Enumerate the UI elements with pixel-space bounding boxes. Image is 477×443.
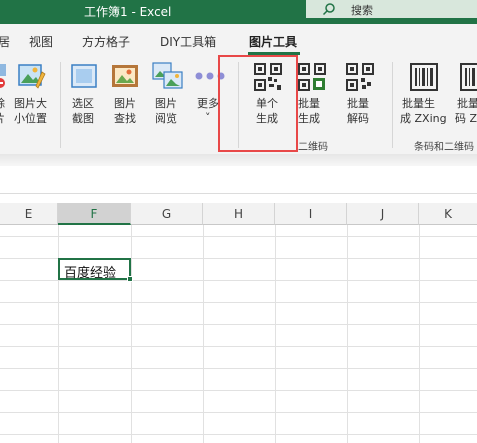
tab-fangfang[interactable]: 方方格子 — [82, 33, 130, 50]
tab-diy-toolbox[interactable]: DIY工具箱 — [160, 33, 216, 50]
grid-line — [0, 302, 477, 303]
screenshot-label-2[interactable]: 截图 — [72, 111, 94, 126]
column-header-active[interactable]: F — [58, 203, 131, 225]
column-header[interactable]: I — [275, 203, 347, 225]
zxing-barcode-icon-partial[interactable] — [460, 63, 477, 91]
ribbon-separator — [392, 62, 393, 148]
ribbon-partial-top[interactable]: 除 — [0, 96, 5, 111]
zxing-batch-label-2[interactable]: 成 ZXing — [400, 111, 447, 126]
tab-partial[interactable]: 居 — [0, 33, 10, 50]
image-viewer-label-1[interactable]: 图片 — [155, 96, 177, 111]
zxing-partial-label-1[interactable]: 批量 — [457, 96, 477, 111]
column-header[interactable]: K — [419, 203, 477, 225]
qr-decode-icon[interactable] — [346, 63, 374, 91]
image-search-label-1[interactable]: 图片 — [114, 96, 136, 111]
image-viewer-label-2[interactable]: 阅览 — [155, 111, 177, 126]
search-icon[interactable] — [322, 2, 336, 16]
active-cell[interactable]: 百度经验 — [58, 258, 131, 281]
ribbon-shadow — [0, 154, 477, 166]
image-resize-label-1[interactable]: 图片大 — [14, 96, 47, 111]
qr-batch-label-2[interactable]: 生成 — [298, 111, 320, 126]
grid-line — [0, 368, 477, 369]
zxing-barcode-icon[interactable] — [410, 63, 438, 91]
zxing-partial-label-2[interactable]: 码 ZX — [455, 111, 477, 126]
screenshot-icon[interactable] — [70, 62, 98, 90]
ribbon-separator — [60, 62, 61, 148]
cell-value: 百度经验 — [64, 266, 117, 281]
window-title: 工作簿1 - Excel — [84, 5, 172, 19]
grid-line — [0, 412, 477, 413]
highlight-box — [218, 55, 298, 152]
zxing-batch-label-1[interactable]: 批量生 — [402, 96, 435, 111]
grid-line — [0, 236, 477, 237]
search-label[interactable]: 搜索 — [351, 2, 373, 18]
more-label[interactable]: 更多 — [197, 96, 219, 111]
grid-line — [0, 390, 477, 391]
more-chevron-down-icon[interactable]: ˅ — [205, 110, 211, 125]
image-resize-label-2[interactable]: 小位置 — [14, 111, 47, 126]
column-header[interactable]: H — [203, 203, 275, 225]
image-viewer-icon[interactable] — [152, 62, 184, 90]
group-label-barcode: 条码和二维码 — [414, 142, 474, 153]
grid-line — [0, 346, 477, 347]
fill-handle[interactable] — [127, 276, 133, 282]
formula-bar[interactable] — [0, 166, 477, 194]
qr-batch-label-1[interactable]: 批量 — [298, 96, 320, 111]
ribbon-partial-bottom[interactable]: 片 — [0, 111, 5, 126]
grid-line — [0, 434, 477, 435]
column-header[interactable]: G — [131, 203, 203, 225]
delete-image-icon[interactable] — [0, 64, 8, 90]
tab-view[interactable]: 视图 — [29, 33, 53, 50]
image-search-label-2[interactable]: 查找 — [114, 111, 136, 126]
qr-code-batch-icon[interactable] — [298, 63, 326, 91]
qr-decode-label-2[interactable]: 解码 — [347, 111, 369, 126]
column-header[interactable]: J — [347, 203, 419, 225]
screenshot-label-1[interactable]: 选区 — [72, 96, 94, 111]
image-search-icon[interactable] — [110, 62, 140, 90]
image-resize-icon[interactable] — [18, 62, 46, 90]
ribbon-tabs — [0, 24, 477, 56]
grid-line — [0, 324, 477, 325]
column-header[interactable]: E — [0, 203, 58, 225]
worksheet-grid[interactable] — [0, 194, 477, 443]
tab-image-tools[interactable]: 图片工具 — [249, 33, 297, 50]
group-label-qrcode: 二维码 — [298, 142, 328, 153]
qr-decode-label-1[interactable]: 批量 — [347, 96, 369, 111]
